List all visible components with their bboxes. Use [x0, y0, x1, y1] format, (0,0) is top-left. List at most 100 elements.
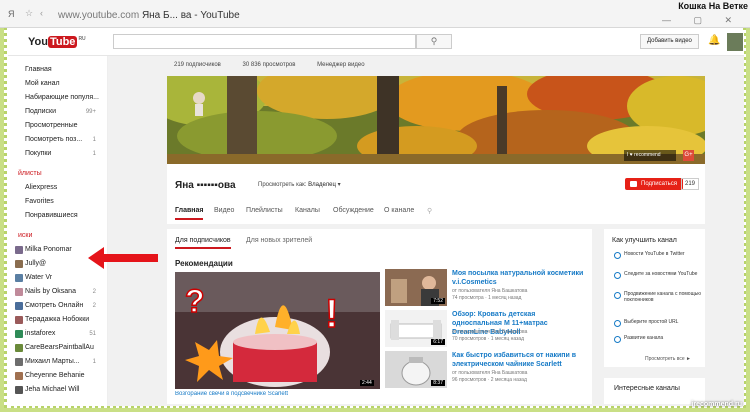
video-item[interactable]: 6:17 Обзор: Кровать детская односпальная…: [385, 310, 585, 350]
channel-avatar-icon: [15, 358, 23, 366]
improve-channel-panel: Как улучшить канал Новости YouTube в Twi…: [604, 229, 705, 367]
improve-option[interactable]: Новости YouTube в Twitter: [614, 251, 704, 259]
sidebar-item-subscription[interactable]: Jeha Michael Will: [8, 384, 108, 396]
sidebar-item-count: 1: [92, 359, 96, 365]
avatar[interactable]: [727, 33, 743, 51]
upload-button[interactable]: Добавить видео: [640, 34, 699, 49]
sidebar-item-label: CareBearsPaintballAu: [25, 344, 94, 351]
channel-header: Яна ▪▪▪▪▪▪ова Просмотреть как: Владелец …: [167, 164, 705, 224]
sidebar-item-label: Jeha Michael Will: [25, 386, 80, 393]
subtab-new-viewers[interactable]: Для новых зрителей: [246, 237, 312, 244]
sidebar-item-playlist[interactable]: Понравившиеся: [8, 210, 108, 222]
sidebar-item-label: Понравившиеся: [25, 212, 78, 219]
sidebar-item-home[interactable]: Главная: [8, 64, 108, 76]
video-thumbnail[interactable]: 7:52: [385, 269, 447, 306]
sidebar-item-label: instaforex: [25, 330, 56, 337]
video-title[interactable]: Как быстро избавиться от накипи в электр…: [452, 351, 585, 369]
sidebar-item-label: Aliexpress: [25, 184, 58, 191]
video-title[interactable]: Моя посылка натуральной косметики v.i.Co…: [452, 269, 585, 287]
search-button[interactable]: ⚲: [416, 34, 452, 49]
duration-badge: 2:44: [360, 380, 374, 386]
improve-channel-title: Как улучшить канал: [612, 237, 677, 244]
channel-avatar-icon: [15, 274, 23, 282]
tab-channels[interactable]: Каналы: [295, 207, 320, 214]
sidebar-item-history[interactable]: Просмотренные: [8, 120, 108, 132]
view-all-link[interactable]: Просмотреть все ►: [645, 356, 691, 362]
search-input[interactable]: [113, 34, 416, 49]
back-icon[interactable]: ‹: [40, 8, 43, 18]
video-item[interactable]: 7:52 Моя посылка натуральной косметики v…: [385, 269, 585, 309]
subscribe-button[interactable]: Подписаться: [625, 178, 683, 190]
sidebar-item-playlist[interactable]: Favorites: [8, 196, 108, 208]
video-manager-link[interactable]: Менеджер видео: [317, 62, 365, 68]
google-plus-icon[interactable]: G+: [683, 150, 694, 161]
tab-home[interactable]: Главная: [175, 207, 204, 220]
sidebar-item-subscription[interactable]: Михаил Марты... 1: [8, 356, 108, 368]
featured-video[interactable]: ? !: [175, 272, 380, 389]
sidebar-item-label: Мой канал: [25, 80, 60, 87]
sidebar-item-subscription[interactable]: CareBearsPaintballAu: [8, 342, 108, 354]
tab-videos[interactable]: Видео: [214, 207, 234, 214]
tab-discussion[interactable]: Обсуждение: [333, 207, 374, 214]
sidebar-item-subscription[interactable]: Cheyenne Behanie: [8, 370, 108, 382]
tab-playlists[interactable]: Плейлисты: [246, 207, 283, 214]
video-author: от пользователя Яна Башкатова: [452, 329, 528, 335]
channel-avatar-icon: [15, 344, 23, 352]
sidebar-item-subscriptions[interactable]: Подписки 99+: [8, 106, 108, 118]
address-bar[interactable]: www.youtube.com Яна Б... ва - YouTube: [58, 10, 240, 21]
site-watermark: irecommend.ru: [691, 401, 742, 408]
view-as[interactable]: Просмотреть как: Владелец ▾: [258, 181, 341, 188]
channel-avatar-icon: [15, 330, 23, 338]
channel-avatar-icon: [15, 386, 23, 394]
subtab-subscribers[interactable]: Для подписчиков: [175, 237, 231, 249]
featured-video-title[interactable]: Возгорание свечи в подсвечнике Scarlett: [175, 391, 380, 397]
sidebar-item-label: Смотреть Онлайн: [25, 302, 84, 309]
sidebar-item-playlist[interactable]: Aliexpress: [8, 182, 108, 194]
sidebar: Главная Мой канал Набирающие популя... П…: [8, 56, 108, 406]
sidebar-item-subscription[interactable]: Терадажка Нобокки: [8, 314, 108, 326]
sidebar-item-label: Favorites: [25, 198, 54, 205]
browser-toolbar: Я ☆ ‹ www.youtube.com Яна Б... ва - YouT…: [0, 0, 750, 28]
sidebar-item-subscription[interactable]: Смотреть Онлайн 2: [8, 300, 108, 312]
sidebar-item-subscription[interactable]: Water Vr: [8, 272, 108, 284]
channel-avatar-icon: [15, 260, 23, 268]
sidebar-item-label: Nails by Oksana: [25, 288, 76, 295]
video-thumbnail[interactable]: 6:17: [385, 310, 447, 347]
sidebar-item-purchases[interactable]: Покупки 1: [8, 148, 108, 160]
subscriptions-heading: иски: [18, 232, 33, 239]
video-thumbnail[interactable]: 8:37: [385, 351, 447, 388]
improve-option[interactable]: Следите за новостями YouTube: [614, 271, 704, 279]
irecommend-badge[interactable]: I ♥ recommend: [624, 150, 676, 161]
window-controls[interactable]: — ▢ ✕: [662, 15, 742, 26]
video-author: от пользователя Яна Башкатова: [452, 370, 528, 376]
sidebar-item-subscription[interactable]: instaforex 51: [8, 328, 108, 340]
author-watermark: Кошка На Ветке: [678, 1, 748, 11]
improve-option[interactable]: Выберите простой URL: [614, 319, 704, 327]
channel-avatar-icon: [15, 316, 23, 324]
subscriber-count: 219 подписчиков: [174, 62, 221, 68]
logo-you: You: [28, 36, 48, 48]
sidebar-item-label: Терадажка Нобокки: [25, 316, 90, 323]
duration-badge: 7:52: [431, 298, 445, 304]
search-icon[interactable]: ⚲: [427, 207, 432, 215]
sidebar-item-label: Покупки: [25, 150, 52, 157]
youtube-logo[interactable]: You Tube RU: [28, 36, 86, 48]
video-item[interactable]: 8:37 Как быстро избавиться от накипи в э…: [385, 351, 585, 391]
logo-region: RU: [78, 36, 86, 42]
sidebar-item-subscription[interactable]: Nails by Oksana 2: [8, 286, 108, 298]
view-count: 30 836 просмотров: [242, 62, 296, 68]
sidebar-item-label: Milka Ponomar: [25, 246, 72, 253]
search-icon: ⚲: [430, 36, 438, 46]
improve-option[interactable]: Продвижение канала с помощью поклонников: [614, 291, 704, 303]
sidebar-item-my-channel[interactable]: Мой канал: [8, 78, 108, 90]
sidebar-item-watch-later[interactable]: Посмотреть поз... 1: [8, 134, 108, 146]
interesting-channels-panel: Интересные каналы: [604, 378, 705, 404]
tab-about[interactable]: О канале: [384, 207, 414, 214]
url-title: Яна Б... ва - YouTube: [141, 10, 240, 21]
improve-option[interactable]: Развитие канала: [614, 335, 704, 343]
bookmark-star-icon[interactable]: ☆: [25, 8, 35, 19]
youtube-header: You Tube RU ⚲ Добавить видео 🔔: [8, 30, 744, 56]
sidebar-item-trending[interactable]: Набирающие популя...: [8, 92, 108, 104]
sidebar-item-count: 2: [92, 303, 96, 309]
bell-icon[interactable]: 🔔: [708, 35, 720, 46]
